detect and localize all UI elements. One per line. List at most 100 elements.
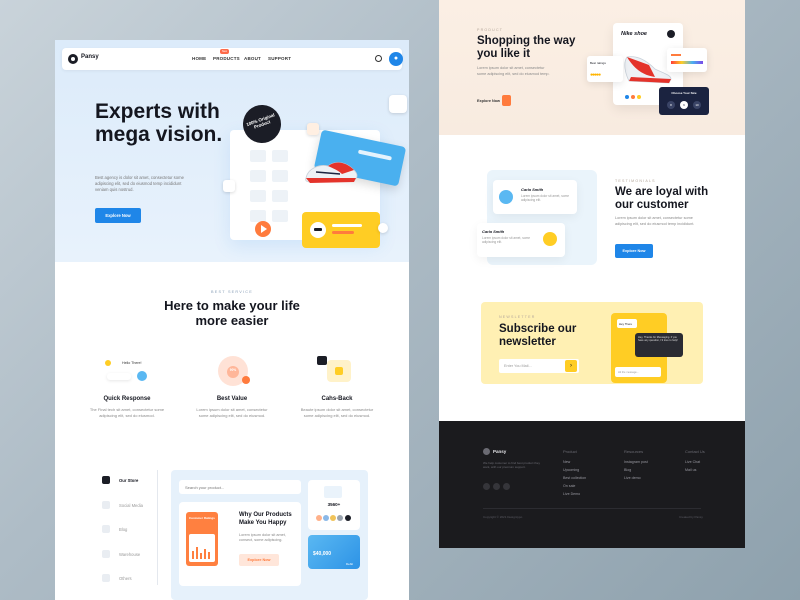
search-icon[interactable] [375, 55, 382, 62]
shoe-icon [305, 162, 358, 183]
cart-icon[interactable]: ● [389, 52, 403, 66]
footer-divider [483, 508, 701, 509]
logo-icon[interactable] [68, 54, 78, 64]
facebook-icon[interactable] [483, 483, 490, 490]
footer-col-resources-head: Resources [624, 449, 644, 454]
ratings-bars [189, 534, 215, 562]
bag-icon [307, 123, 319, 135]
best-value-illustration: 90% [218, 356, 250, 386]
footer-col-contact-head: Contact Us [685, 449, 705, 454]
feature-desc-best-value: Lorem ipsum dolor sit amet, consectetur … [196, 407, 268, 418]
footer-link[interactable]: Instagram post [624, 460, 648, 464]
trophy-icon [223, 180, 235, 192]
newsletter-submit-button[interactable]: › [565, 360, 577, 372]
feature-desc-cashback: Beaute ipsum dolor sit amet, consectetur… [300, 407, 374, 418]
hero-description: Best agency is dolor sit amet, consectet… [95, 175, 184, 192]
emoji-rating-icons: ●●●●● [590, 72, 601, 78]
feature-title-cashback: Cahs-Back [321, 396, 353, 402]
social-icon [102, 501, 110, 509]
rating-card: Best ratings ●●●●● [587, 56, 623, 82]
nav-link-home[interactable]: HOME [192, 56, 206, 61]
reviewer-name: Carla Smith [482, 229, 505, 234]
promo-title: Why Our Products Make You Happy [239, 512, 292, 526]
value-tag: 90% [229, 368, 237, 372]
others-icon [102, 574, 110, 582]
footer-link[interactable]: Best collection [563, 476, 586, 480]
left-landing-page: Pansy HOME PRODUCTS New ABOUT SUPPORT ● … [55, 40, 409, 600]
product-description: Lorem ipsum dolor sit amet, consectetur … [477, 66, 550, 76]
size-label: Choose Your Size [671, 91, 697, 95]
twitter-icon[interactable] [493, 483, 500, 490]
nav-link-about[interactable]: ABOUT [244, 56, 261, 61]
reviewer-name: Carla Smith [521, 187, 544, 192]
cashback-illustration [317, 356, 355, 384]
review-text: Lorem ipsum dolor sit amet, some adipisc… [482, 236, 531, 245]
product-explore-button[interactable]: Explore Now [477, 99, 500, 103]
footer-link[interactable]: Live Demo [563, 492, 580, 496]
services-kicker: BEST SERVICE [211, 290, 253, 294]
footer-link[interactable]: Live demo [624, 476, 641, 480]
linkedin-icon[interactable] [503, 483, 510, 490]
store-icon [102, 476, 110, 484]
newsletter-title: Subscribe our newsletter [499, 323, 577, 348]
grid-cell [272, 190, 288, 202]
testimonial-description: Lorem ipsum dolor sit amet, consectetur … [615, 216, 695, 226]
grid-cell [272, 150, 288, 162]
customer-ratings-label: Customer Ratings [189, 516, 215, 520]
footer-logo-icon[interactable] [483, 448, 490, 455]
nav-link-support[interactable]: SUPPORT [268, 56, 291, 61]
ratings-label: Best ratings [590, 61, 606, 65]
new-badge: New [220, 49, 229, 54]
hero-explore-button[interactable]: Explore Now [95, 208, 141, 223]
footer-link[interactable]: New [563, 460, 570, 464]
product-search-input[interactable]: Search your product... [179, 480, 301, 494]
right-landing-page: PRODUCT Shopping the way you like it Lor… [439, 0, 745, 548]
footer-link[interactable]: On sale [563, 484, 575, 488]
footer-link[interactable]: Mail us [685, 468, 696, 472]
quick-response-illustration: Hello There! [105, 358, 153, 384]
sidebar-item-our-store[interactable]: Our Store [119, 478, 138, 483]
chat-message-input[interactable]: Hit the message... [615, 367, 661, 377]
sidebar-item-warehouse[interactable]: Warehouse [119, 552, 140, 557]
stat-value: 3560+ [327, 502, 341, 507]
sidebar-item-others[interactable]: Others [119, 576, 132, 581]
user-icon[interactable] [389, 95, 407, 113]
money-card: $40,000 Debit [308, 535, 360, 569]
feature-title-best-value: Best Value [216, 396, 248, 402]
footer-link[interactable]: Blog [624, 468, 631, 472]
nike-product-name: Nike shoe [621, 31, 647, 37]
feature-title-quick-response: Quick Response [103, 396, 151, 402]
play-icon[interactable] [255, 221, 271, 237]
hello-bubble: Hello There! [122, 361, 142, 365]
warehouse-icon [102, 550, 110, 558]
footer-col-product-head: Product [563, 449, 577, 454]
stat-card: 3560+ [308, 480, 360, 530]
testimonial-card: Carla Smith Lorem ipsum dolor sit amet, … [493, 180, 577, 214]
product-card-yellow [302, 212, 380, 248]
footer-link[interactable]: Live Chat [685, 460, 700, 464]
grid-cell [272, 210, 288, 222]
logo-text[interactable]: Pansy [81, 54, 99, 60]
chat-message-bubble: Hey, Thanks for Messaging. if you have a… [635, 333, 683, 357]
sidebar-item-blog[interactable]: Blog [119, 527, 127, 532]
add-icon[interactable] [667, 30, 675, 38]
blog-icon [102, 525, 110, 533]
footer-copyright: Copyright © 2021 Designtypo [483, 515, 523, 519]
promo-explore-button[interactable]: Explore Now [239, 554, 279, 566]
size-option-selected[interactable]: 9 [680, 101, 688, 109]
nav-link-products[interactable]: PRODUCTS [213, 56, 240, 61]
size-option[interactable]: 10 [693, 101, 701, 109]
money-value: $40,000 [313, 551, 332, 557]
footer-link[interactable]: Upcoming [563, 468, 579, 472]
sidebar-item-social-media[interactable]: Social Media [119, 503, 143, 508]
navbar: Pansy HOME PRODUCTS New ABOUT SUPPORT ● [62, 48, 403, 70]
size-option[interactable]: 8 [667, 101, 675, 109]
arrow-right-icon[interactable] [378, 223, 388, 233]
arrow-right-icon[interactable] [502, 95, 511, 106]
footer-about: We help customer to find best product th… [483, 461, 540, 470]
size-picker-card: Choose Your Size 8 9 10 [659, 87, 709, 115]
grid-cell [272, 170, 288, 182]
product-kicker: PRODUCT [477, 28, 504, 32]
footer-logo-text[interactable]: Pansy [493, 449, 506, 454]
testimonial-explore-button[interactable]: Explore Now [615, 244, 653, 258]
